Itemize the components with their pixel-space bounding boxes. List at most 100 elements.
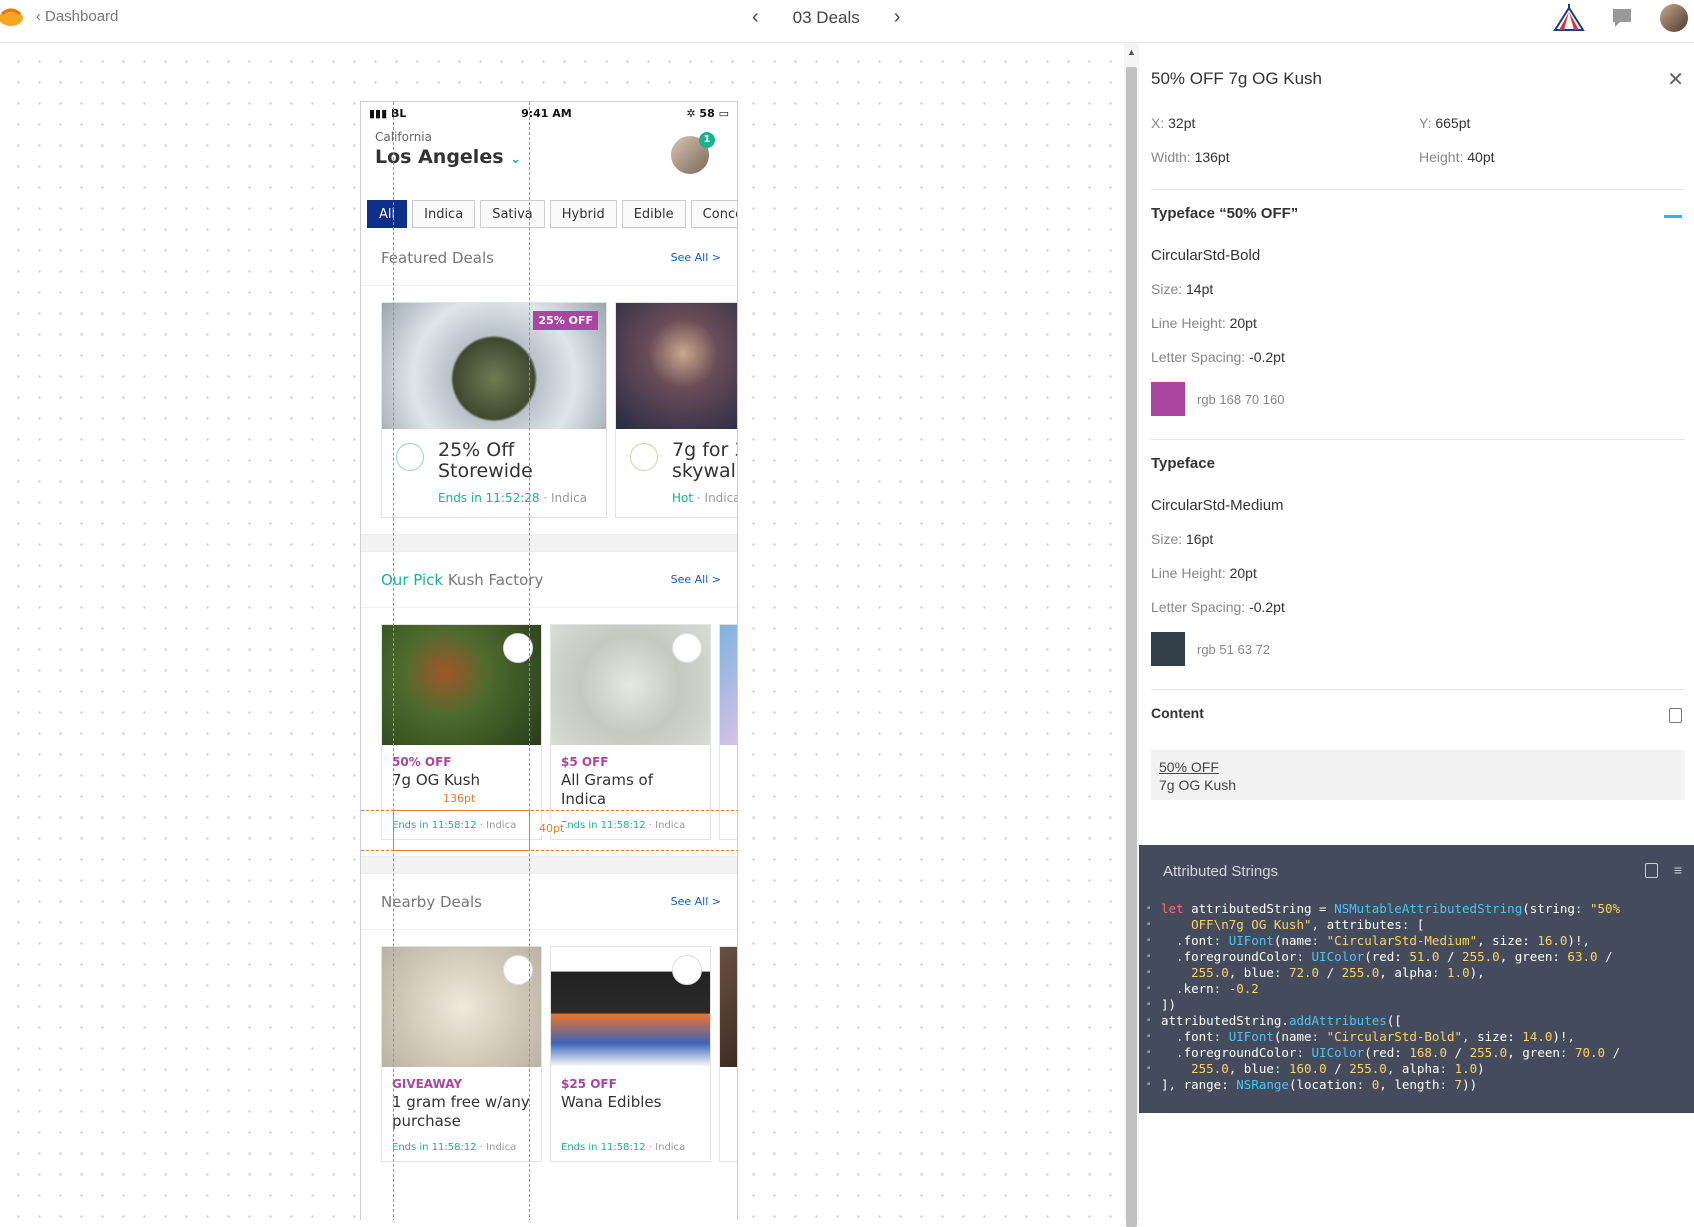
product-image [382,625,541,745]
color-value[interactable]: rgb 51 63 72 [1197,642,1270,657]
settings-sliders-icon[interactable]: ≡ [1674,863,1682,878]
product-name: All Grams of Indica [561,771,653,808]
battery-icon: ▭ [718,106,729,120]
product-card[interactable]: $5 OFF All Grams of Indica Ends in 11:58… [550,624,711,840]
section-title: Featured Deals [381,248,494,267]
product-name: 7g OG Kush [392,771,480,789]
filter-chip[interactable]: Sativa [480,200,545,228]
line-height-label: Line Height: [1151,565,1226,581]
letter-spacing-label: Letter Spacing: [1151,349,1246,365]
category-filters: All Indica Sativa Hybrid Edible Concent [361,200,737,230]
product-card[interactable]: $25 OFF Wana Edibles Ends in 11:58:12 · … [550,946,711,1162]
section-divider [361,856,737,874]
deal-type: · Indica [479,1142,517,1153]
previous-screen-button[interactable]: ‹ [752,6,759,29]
line-height-value: 20pt [1229,315,1257,331]
scroll-up-icon[interactable]: ▲ [1127,47,1136,57]
screen-title: 03 Deals [792,7,860,27]
copy-icon[interactable] [1644,863,1658,878]
line-height-label: Line Height: [1151,315,1226,331]
divider [1151,189,1685,190]
product-name: 1 gram free w/any purchase [392,1093,530,1130]
copy-icon[interactable] [1669,708,1682,723]
selected-layer-outline[interactable] [393,810,530,851]
code-gutter: ▪ ▪ ▪ ▪ ▪ ▪ ▪ ▪ ▪ ▪ ▪ ▪ [1147,903,1151,1090]
letter-spacing: Letter Spacing: -0.2pt [1151,349,1285,365]
app-logo-icon [0,8,23,26]
collapse-icon[interactable] [1664,215,1682,218]
nearby-deals-row: GIVEAWAY 1 gram free w/any purchase Ends… [361,930,737,1178]
status-bar: ▮▮▮ BL 9:41 AM ✲ 58 ▭ [361,102,737,124]
filter-chip[interactable]: All [367,200,408,228]
measure-guide-vertical [529,102,530,1220]
font-name: CircularStd-Bold [1151,247,1261,264]
color-swatch[interactable] [1151,382,1185,416]
see-all-link[interactable]: See All > [671,573,721,586]
featured-deals-header: Featured Deals See All > [361,230,737,286]
height-measure-label: 40pt [537,822,567,835]
deal-status: Ends in 11:58:12 [392,1142,477,1153]
brand-logo-icon [672,633,702,663]
x-label: X: [1151,115,1165,131]
content-text[interactable]: 50% OFF 7g OG Kush [1151,750,1685,800]
product-image [720,947,737,1067]
store-logo-icon [396,443,424,471]
see-all-link[interactable]: See All > [671,895,721,908]
product-discount: 50% OFF [392,755,452,769]
state-label: California [375,130,432,144]
letter-spacing-label: Letter Spacing: [1151,599,1246,615]
filter-chip[interactable]: Indica [412,200,476,228]
line-height-value: 20pt [1229,565,1257,581]
font-name: CircularStd-Medium [1151,497,1284,514]
product-image [551,947,710,1067]
swift-code-snippet[interactable]: let attributedString = NSMutableAttribut… [1161,901,1620,1093]
deal-type: · Indica [543,491,588,505]
measure-guide-vertical [393,102,394,1220]
code-heading: Attributed Strings [1163,863,1279,880]
content-line: 7g OG Kush [1159,777,1237,793]
back-to-dashboard-link[interactable]: ‹ Dashboard [36,8,118,25]
color-value[interactable]: rgb 168 70 160 [1197,392,1284,407]
city-label: Los Angeles [375,146,504,168]
filter-chip[interactable]: Hybrid [549,200,617,228]
store-logo-icon [630,443,658,471]
product-image [720,625,737,745]
height-label: Height: [1419,149,1464,165]
canvas-scrollbar[interactable]: ▲ [1124,43,1139,1227]
product-card[interactable] [719,946,737,1162]
y-position: Y: 665pt [1419,115,1470,131]
phone-artboard: ▮▮▮ BL 9:41 AM ✲ 58 ▭ California Los Ang… [360,101,738,1220]
product-discount: GIVEAWAY [392,1077,463,1091]
circus-tent-icon[interactable] [1552,2,1586,34]
line-height: Line Height: 20pt [1151,565,1257,581]
deal-title: 7g for 3 [672,439,737,461]
content-line: 50% OFF [1159,759,1219,775]
product-card[interactable] [719,624,737,840]
letter-spacing-value: -0.2pt [1249,599,1285,615]
product-discount: $5 OFF [561,755,609,769]
nearby-deals-header: Nearby Deals See All > [361,874,737,930]
deal-title: 25% Off [438,439,515,461]
filter-chip[interactable]: Edible [621,200,686,228]
discount-badge: 25% OFF [533,311,598,330]
y-value: 665pt [1435,115,1471,131]
height: Height: 40pt [1419,149,1495,165]
deal-card[interactable]: 25% OFF 25% Off Storewide Ends in 11:52:2… [381,302,607,518]
comments-icon[interactable] [1610,5,1636,31]
product-image [551,625,710,745]
see-all-link[interactable]: See All > [671,251,721,264]
filter-chip[interactable]: Concent [690,200,737,228]
deal-card[interactable]: 7g for 3skywalk Hot · Indica [615,302,737,518]
color-swatch[interactable] [1151,632,1185,666]
product-card[interactable]: 50% OFF 7g OG Kush Ends in 11:58:12 · In… [381,624,542,840]
section-title-highlight: Our Pick [381,570,444,589]
width-measure-label: 136pt [441,792,478,805]
scrollbar-thumb[interactable] [1126,67,1137,1227]
deal-status: Ends in 11:52:28 [438,491,540,505]
close-icon[interactable]: ✕ [1667,67,1684,92]
next-screen-button[interactable]: › [894,6,901,29]
deal-status: Ends in 11:58:12 [561,1142,646,1153]
user-avatar[interactable] [1660,4,1688,32]
product-card[interactable]: GIVEAWAY 1 gram free w/any purchase Ends… [381,946,542,1162]
size-label: Size: [1151,281,1183,297]
